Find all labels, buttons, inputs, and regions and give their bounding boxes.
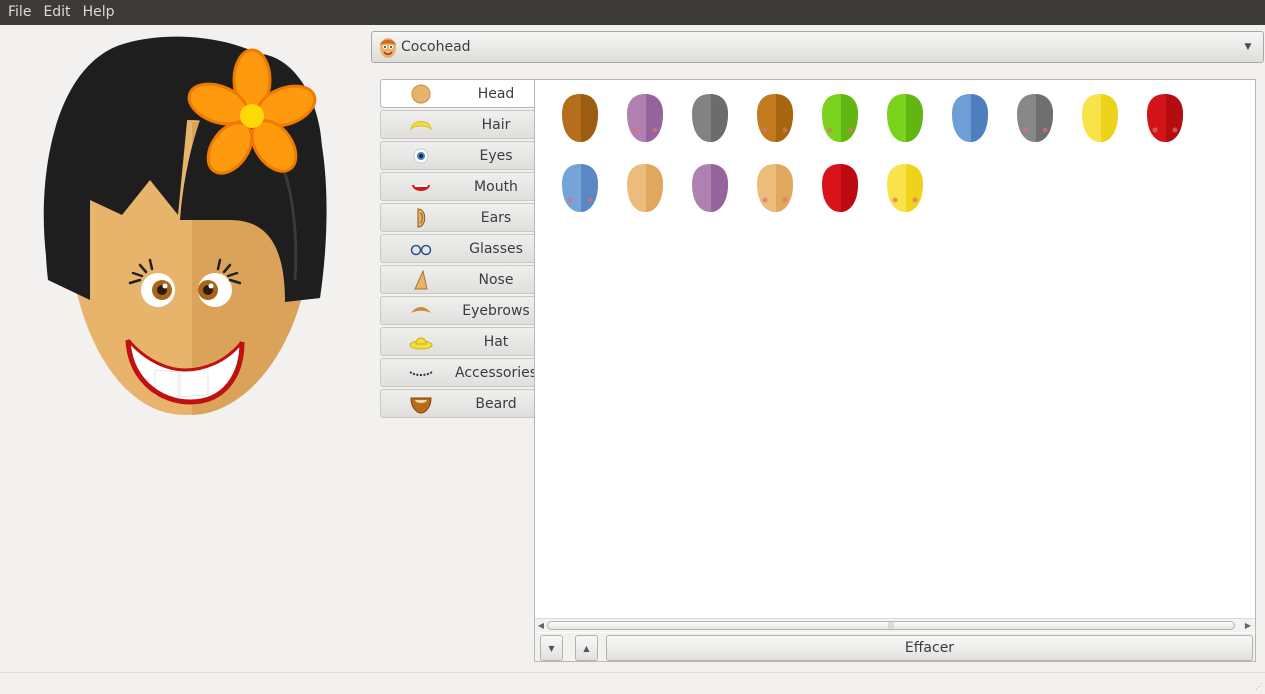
- head-option[interactable]: [1132, 90, 1197, 160]
- tab-head[interactable]: Head: [380, 79, 535, 108]
- tab-label: Nose: [478, 271, 514, 288]
- mouth-icon: [409, 177, 433, 197]
- horizontal-scrollbar[interactable]: ◀ ||| ▶: [535, 618, 1255, 632]
- tab-label: Ears: [480, 209, 512, 226]
- beard-icon: [409, 394, 433, 414]
- head-option[interactable]: [742, 160, 807, 230]
- ear-icon: [409, 208, 433, 228]
- head-option[interactable]: [612, 160, 677, 230]
- tab-label: Hat: [483, 333, 509, 350]
- move-down-button[interactable]: ▼: [540, 635, 563, 661]
- head-option[interactable]: [612, 90, 677, 160]
- head-option[interactable]: [937, 90, 1002, 160]
- glasses-icon: [409, 239, 433, 259]
- menu-edit[interactable]: Edit: [37, 0, 76, 25]
- parts-panel: Head Hair Eyes Mouth Ears Glasses Nose Eyebrows…: [379, 79, 1256, 662]
- eyebrow-icon: [409, 301, 433, 321]
- grip-icon: |||: [888, 622, 895, 629]
- head-shape-icon: [561, 94, 598, 142]
- head-shape-icon: [886, 164, 923, 212]
- tab-glasses[interactable]: Glasses: [380, 234, 535, 263]
- head-option[interactable]: [872, 90, 937, 160]
- head-shape-icon: [821, 164, 858, 212]
- selector-value: Cocohead: [401, 39, 471, 55]
- head-shape-icon: [1016, 94, 1053, 142]
- head-shape-icon: [691, 94, 728, 142]
- scroll-right-icon[interactable]: ▶: [1242, 619, 1254, 632]
- tab-eyebrows[interactable]: Eyebrows: [380, 296, 535, 325]
- status-bar: ⋰: [0, 672, 1265, 694]
- head-option[interactable]: [1002, 90, 1067, 160]
- head-option[interactable]: [677, 90, 742, 160]
- tab-label: Mouth: [474, 178, 518, 195]
- hair-icon: [409, 115, 433, 135]
- tab-label: Accessories: [455, 364, 538, 381]
- head-shape-icon: [626, 164, 663, 212]
- move-up-button[interactable]: ▲: [575, 635, 598, 661]
- head-option[interactable]: [547, 90, 612, 160]
- tab-accessories[interactable]: Accessories: [380, 358, 538, 387]
- head-shape-icon: [951, 94, 988, 142]
- tab-label: Beard: [475, 395, 517, 412]
- head-shape-icon: [561, 164, 598, 212]
- tab-label: Head: [477, 85, 515, 102]
- nose-icon: [409, 269, 433, 290]
- head-options-grid: [547, 90, 1247, 230]
- chevron-down-icon[interactable]: ▼: [1241, 40, 1255, 54]
- head-shape-icon: [821, 94, 858, 142]
- tab-hair[interactable]: Hair: [380, 110, 535, 139]
- arrow-up-icon: ▲: [583, 643, 590, 653]
- scrollbar-thumb[interactable]: |||: [547, 621, 1235, 630]
- scroll-left-icon[interactable]: ◀: [535, 619, 547, 632]
- hat-icon: [409, 332, 433, 352]
- head-option[interactable]: [547, 160, 612, 230]
- tab-label: Hair: [481, 116, 511, 133]
- resize-grip-icon[interactable]: ⋰: [1253, 682, 1263, 692]
- accessories-icon: [409, 363, 433, 383]
- parts-content: ◀ ||| ▶ ▼ ▲ Effacer: [534, 79, 1256, 662]
- avatar-preview: [30, 30, 340, 430]
- tab-label: Glasses: [469, 240, 523, 257]
- head-shape-icon: [626, 94, 663, 142]
- arrow-down-icon: ▼: [548, 643, 555, 653]
- cocohead-face-icon: [380, 38, 396, 58]
- tab-label: Eyebrows: [462, 302, 530, 319]
- menu-help[interactable]: Help: [77, 0, 121, 25]
- head-option[interactable]: [1067, 90, 1132, 160]
- head-shape-icon: [1081, 94, 1118, 142]
- avatar-face: [43, 36, 327, 415]
- head-option[interactable]: [872, 160, 937, 230]
- head-option[interactable]: [742, 90, 807, 160]
- tab-beard[interactable]: Beard: [380, 389, 535, 418]
- tab-hat[interactable]: Hat: [380, 327, 535, 356]
- clear-button[interactable]: Effacer: [606, 635, 1253, 661]
- head-icon: [409, 84, 433, 104]
- menu-file[interactable]: File: [2, 0, 37, 25]
- head-option[interactable]: [807, 160, 872, 230]
- head-shape-icon: [1146, 94, 1183, 142]
- head-option[interactable]: [807, 90, 872, 160]
- head-shape-icon: [756, 164, 793, 212]
- head-option[interactable]: [677, 160, 742, 230]
- avatar-selector-combobox[interactable]: Cocohead ▼: [371, 31, 1264, 63]
- head-shape-icon: [886, 94, 923, 142]
- menu-bar: File Edit Help: [0, 0, 1265, 25]
- tab-ears[interactable]: Ears: [380, 203, 535, 232]
- tab-eyes[interactable]: Eyes: [380, 141, 535, 170]
- head-shape-icon: [691, 164, 728, 212]
- head-shape-icon: [756, 94, 793, 142]
- tab-mouth[interactable]: Mouth: [380, 172, 535, 201]
- bottom-controls: ▼ ▲ Effacer: [535, 633, 1255, 661]
- parts-tab-list: Head Hair Eyes Mouth Ears Glasses Nose Eyebrows…: [380, 79, 538, 420]
- tab-label: Eyes: [479, 147, 513, 164]
- tab-nose[interactable]: Nose: [380, 265, 535, 294]
- eye-icon: [409, 146, 433, 166]
